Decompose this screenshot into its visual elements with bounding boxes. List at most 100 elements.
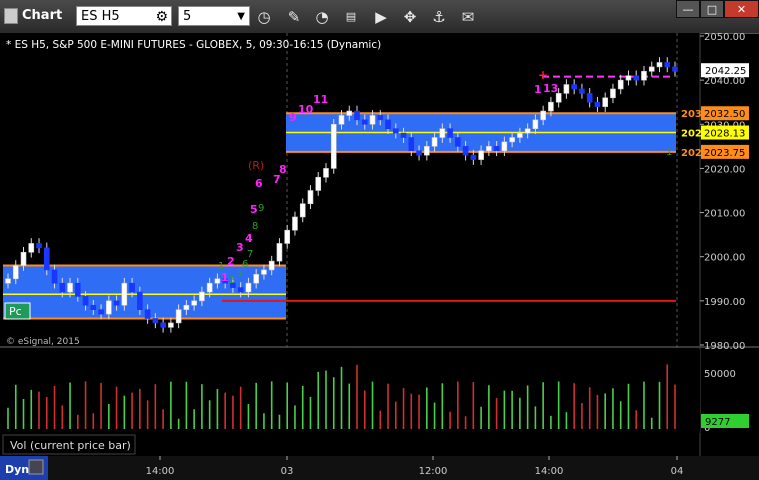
close-button[interactable]: ✕ <box>724 0 759 18</box>
clock-icon[interactable]: ◷ <box>253 6 275 27</box>
candle-body-5 <box>43 247 50 271</box>
interval-select[interactable]: 5 ▼ <box>178 6 250 26</box>
time-tick-1: 03 <box>281 466 294 477</box>
price-tick-7: 1980.00 <box>704 341 745 352</box>
setup-digit-1: 3 <box>229 275 235 286</box>
candle-body-43 <box>338 115 345 125</box>
dyn-toggle-icon <box>28 459 44 475</box>
chart-title: * ES H5, S&P 500 E-MINI FUTURES - GLOBEX… <box>6 39 381 51</box>
time-tick-2: 12:00 <box>419 466 448 477</box>
price-tick-0: 2050.00 <box>704 33 745 43</box>
candle-body-82 <box>641 71 647 81</box>
candle-body-16 <box>129 282 135 293</box>
star-marker: + <box>538 68 548 82</box>
count-one-label: 1 <box>534 83 542 96</box>
candle-body-38 <box>299 203 306 218</box>
maximize-button[interactable]: □ <box>700 0 724 18</box>
candle-body-41 <box>323 168 329 178</box>
candle-body-9 <box>75 282 81 297</box>
level-short-2: 202 <box>681 148 702 159</box>
candle-body-23 <box>183 304 190 310</box>
price-tick-4: 2010.00 <box>704 209 745 220</box>
chart-title-bar: Chart ES H5 ⚙ 5 ▼ ◷ ✎ ◔ ▤ ▶ ✥ ⚓ ✉ — □ ✕ <box>0 0 759 34</box>
chart-window-icon <box>4 8 18 24</box>
time-axis: Dyn 14:00 03 12:00 14:00 04 <box>0 456 759 480</box>
time-tick-4: 04 <box>671 466 684 477</box>
count-label-8: 9 <box>289 111 297 124</box>
candle-body-10 <box>82 296 89 306</box>
candle-body-21 <box>168 322 174 328</box>
candle-body-14 <box>113 300 120 306</box>
price-tick-6: 1990.00 <box>704 297 745 308</box>
candle-body-58 <box>455 137 461 147</box>
candle-body-34 <box>268 260 275 271</box>
price-tick-5: 2000.00 <box>704 253 745 264</box>
count-label-0: 1 <box>221 271 229 284</box>
candle-body-55 <box>431 137 438 147</box>
candle-body-24 <box>191 300 197 306</box>
news-icon[interactable]: ▤ <box>340 6 362 27</box>
copyright-text: © eSignal, 2015 <box>6 337 80 347</box>
candle-body-77 <box>602 97 608 107</box>
tail-count: 1 <box>666 147 672 158</box>
candle-body-83 <box>648 66 655 72</box>
volume-current-label: 9277 <box>705 417 730 428</box>
price-tick-1: 2040.00 <box>704 76 745 87</box>
count-label-2: 3 <box>236 241 244 254</box>
candle-body-37 <box>292 216 298 231</box>
interval-value: 5 <box>183 9 192 24</box>
candle-body-19 <box>152 318 159 324</box>
volume-pane: 5000009277Vol (current price bar) <box>0 349 749 455</box>
candle-body-42 <box>330 123 337 169</box>
count-label-9: 10 <box>298 103 314 116</box>
candle-body-40 <box>315 176 322 191</box>
candle-body-68 <box>532 119 539 129</box>
cross-arrows-icon[interactable]: ✥ <box>399 6 421 27</box>
play-icon[interactable]: ▶ <box>370 6 392 27</box>
candle-body-79 <box>617 79 624 90</box>
candle-body-31 <box>245 282 252 293</box>
candle-body-2 <box>20 251 27 266</box>
count-label-5: 6 <box>255 177 263 190</box>
candle-body-75 <box>586 93 593 103</box>
minimize-button[interactable]: — <box>676 0 700 18</box>
pc-label: Pc <box>9 305 22 318</box>
candle-body-67 <box>524 128 531 134</box>
candle-body-22 <box>175 309 182 324</box>
candle-body-54 <box>424 146 430 156</box>
candle-body-73 <box>571 84 577 90</box>
gear-icon[interactable]: ⚙ <box>155 7 168 27</box>
count-label-4: 5 <box>250 203 258 216</box>
chevron-down-icon: ▼ <box>237 11 245 22</box>
candle-body-70 <box>548 101 554 112</box>
level-short-1: 202 <box>681 129 702 140</box>
candle-body-27 <box>214 278 221 284</box>
candle-body-4 <box>36 243 42 249</box>
candle-body-51 <box>400 132 407 138</box>
candle-body-17 <box>137 291 143 310</box>
setup-digit-5: 8 <box>252 221 258 232</box>
window-title: Chart <box>22 8 63 23</box>
candle-body-30 <box>237 287 244 293</box>
level-label-2: 2023.75 <box>704 148 745 159</box>
candle-body-78 <box>610 88 616 99</box>
candle-body-33 <box>261 269 267 275</box>
candle-body-63 <box>493 146 500 152</box>
pencil-icon[interactable]: ✎ <box>283 6 305 27</box>
candle-body-45 <box>354 110 360 121</box>
candle-body-84 <box>656 62 663 68</box>
curve-tool-icon[interactable]: ◔ <box>311 6 333 27</box>
candle-body-18 <box>144 309 151 319</box>
symbol-input[interactable]: ES H5 ⚙ <box>76 6 172 26</box>
price-chart[interactable]: * ES H5, S&P 500 E-MINI FUTURES - GLOBEX… <box>0 33 759 480</box>
link-icon[interactable]: ⚓ <box>428 6 450 27</box>
candle-body-15 <box>121 282 128 306</box>
comment-icon[interactable]: ✉ <box>457 6 479 27</box>
candle-body-36 <box>284 229 291 244</box>
candle-body-32 <box>253 274 259 284</box>
candle-body-65 <box>509 137 515 143</box>
price-tick-3: 2020.00 <box>704 164 745 175</box>
candle-body-7 <box>59 282 66 293</box>
volume-tick-0: 50000 <box>704 369 736 380</box>
range-marker: (R) <box>248 159 264 172</box>
